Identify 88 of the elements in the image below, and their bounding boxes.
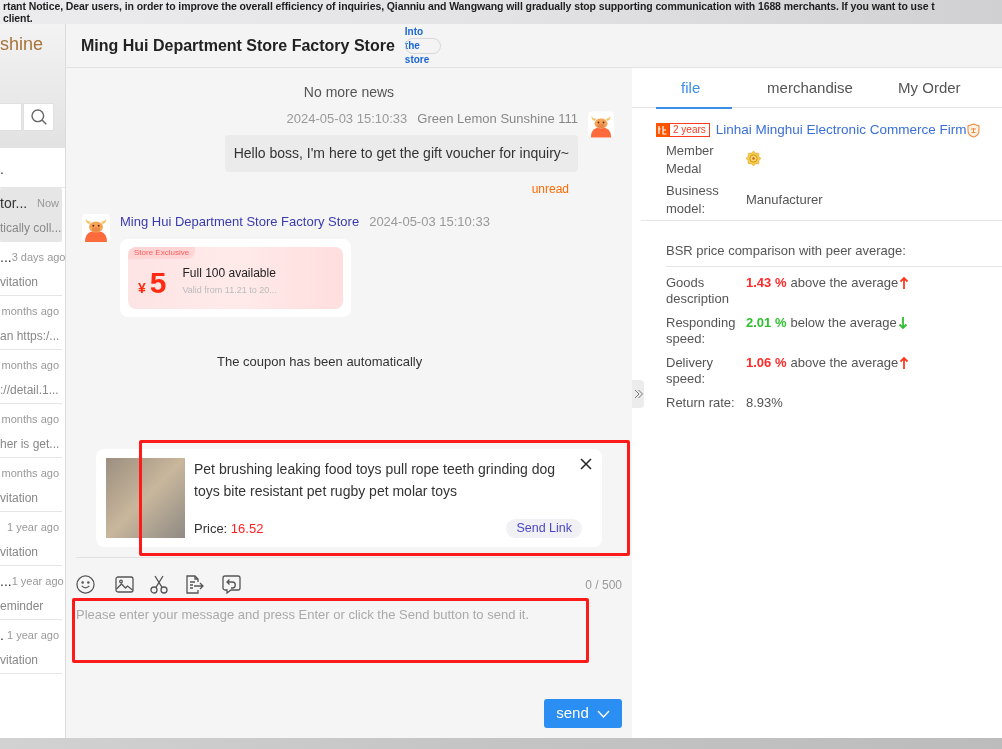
profile-tab[interactable]: My Order <box>882 68 976 108</box>
conversation-preview: vitation <box>0 490 40 507</box>
search-field[interactable] <box>0 103 22 131</box>
chevron-down-icon <box>596 709 610 718</box>
shield-icon <box>967 122 981 138</box>
close-button[interactable] <box>580 458 592 470</box>
conversation-preview: vitation <box>0 652 40 669</box>
conversation-time: months ago <box>1 358 59 372</box>
comparison-note: above the average <box>790 355 899 371</box>
conversation-preview: ://detail.1... <box>0 382 59 399</box>
field-label: Member Medal <box>666 142 715 178</box>
conversation-time: 1 year ago <box>7 628 59 642</box>
comparison-note: below the average <box>790 315 897 331</box>
search-button[interactable] <box>23 103 54 131</box>
product-price: Price: 16.52 <box>194 520 264 538</box>
bull-avatar-icon <box>588 111 614 138</box>
conversation-preview: vitation <box>0 544 40 561</box>
profile-tab[interactable]: merchandise <box>763 68 857 108</box>
smiley-icon[interactable] <box>76 575 95 594</box>
field-label: Return rate: <box>666 395 736 411</box>
conversation-preview: her is get... <box>0 436 59 453</box>
years-badge: 2 years <box>669 123 710 137</box>
document-arrow-icon[interactable] <box>185 575 204 594</box>
coupon-tag: Store Exclusive <box>128 247 196 259</box>
credit-badge-icon <box>656 123 669 137</box>
arrow-up-icon <box>899 276 910 290</box>
coupon-validity: Valid from 11.21 to 20... <box>182 284 277 297</box>
comparison-value: 1.43 % <box>746 275 787 291</box>
product-title: Pet brushing leaking food toys pull rope teeth grinding dog toys bite resistant pet rugby pet molar toys <box>194 460 557 501</box>
conversation-name: tor... <box>0 194 28 212</box>
comparison-value: 8.93% <box>746 395 783 411</box>
message-input[interactable]: Please enter your message and press Enter or click the Send button to send it. <box>72 598 622 690</box>
conversation-time: months ago <box>1 466 59 480</box>
conversation-name: ... <box>0 572 12 590</box>
character-counter: 0 / 500 <box>585 576 622 593</box>
conversation-time: 1 year ago <box>11 574 64 588</box>
image-icon[interactable] <box>115 576 134 593</box>
sender-name: Green Lemon Sunshine 111 <box>417 111 578 127</box>
conversation-name: . <box>0 626 4 644</box>
list-header: . <box>0 161 4 177</box>
medal-icon <box>746 150 761 166</box>
field-label: Business model: <box>666 182 720 218</box>
conversation-time: months ago <box>1 412 59 426</box>
chat-title: Ming Hui Department Store Factory Store <box>81 35 395 56</box>
arrow-down-icon <box>897 316 908 330</box>
coupon-condition: Full 100 available <box>182 265 277 281</box>
conversation-name: ... <box>0 248 12 266</box>
field-value: Manufacturer <box>746 191 823 209</box>
message-bubble: Hello boss, I'm here to get the gift voucher for inquiry~ <box>224 135 578 172</box>
field-label: Delivery speed: <box>666 355 714 387</box>
conversation-preview: tically coll... <box>0 220 59 237</box>
read-status: unread <box>531 181 569 197</box>
conversation-preview: eminder <box>0 598 45 615</box>
message-time: 2024-05-03 15:10:33 <box>286 111 408 127</box>
system-message: The coupon has been automatically <box>217 354 423 369</box>
close-icon <box>580 458 592 470</box>
coupon-amount: 5 <box>149 267 167 298</box>
conversation-time: 1 year ago <box>7 520 59 534</box>
chat-bubble-arrow-icon[interactable] <box>222 575 241 594</box>
field-label: Responding speed: <box>666 315 737 347</box>
conversation-preview: an https:/... <box>0 328 59 345</box>
double-chevron-icon <box>633 389 643 399</box>
notice-text: client. <box>3 12 33 24</box>
conversation-time: Now <box>37 196 59 210</box>
scissors-icon[interactable] <box>150 575 168 594</box>
collapse-handle[interactable] <box>632 380 644 408</box>
store-link[interactable]: Into the store <box>404 24 441 67</box>
conversation-item[interactable]: tor... Now tically coll... <box>0 188 62 242</box>
currency-sign: ¥ <box>138 278 146 298</box>
comparison-note: above the average <box>790 275 899 291</box>
bull-avatar-icon <box>82 214 110 242</box>
account-name: shine <box>0 33 45 56</box>
comparison-value: 2.01 % <box>746 315 787 331</box>
conversation-time: months ago <box>1 304 59 318</box>
notice-text: rtant Notice, Dear users, in order to improve the overall efficiency of inquiries, Qianniu and Wangwang will gradually stop supporting communication with 1688 merchants. If you want to use t <box>3 1 936 13</box>
seller-name[interactable]: Linhai Minghui Electronic Commerce Firm <box>715 122 967 138</box>
field-label: Goods description <box>666 275 730 307</box>
profile-tab[interactable]: file <box>644 68 738 108</box>
arrow-up-icon <box>899 356 910 370</box>
conversation-preview: vitation <box>0 274 40 291</box>
comparison-value: 1.06 % <box>746 355 787 371</box>
send-button[interactable]: send <box>544 699 622 728</box>
history-note: No more news <box>303 84 395 100</box>
sender-name: Ming Hui Department Store Factory Store <box>120 214 360 230</box>
comparison-title: BSR price comparison with peer average: <box>666 243 906 258</box>
message-time: 2024-05-03 15:10:33 <box>369 214 490 230</box>
search-icon <box>30 109 47 125</box>
send-link-button[interactable]: Send Link <box>506 519 582 538</box>
